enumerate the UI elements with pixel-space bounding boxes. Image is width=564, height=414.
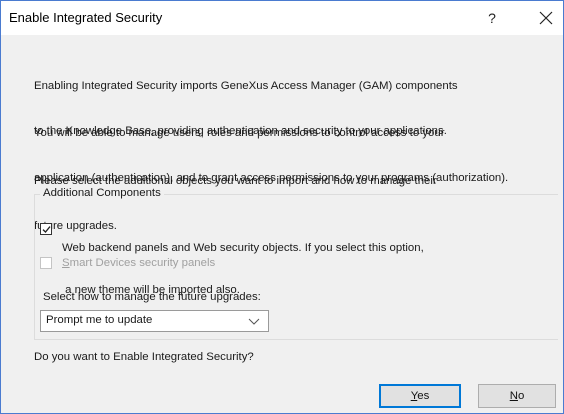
question-text: Do you want to Enable Integrated Securit… bbox=[34, 351, 254, 363]
no-label: o bbox=[517, 390, 525, 402]
title-bar: Enable Integrated Security ? bbox=[1, 1, 563, 35]
smart-devices-label[interactable]: Smart Devices security panels bbox=[62, 256, 215, 270]
close-button[interactable] bbox=[529, 1, 563, 35]
enable-integrated-security-dialog: Enable Integrated Security ? Enabling In… bbox=[0, 0, 564, 414]
chevron-down-icon bbox=[248, 318, 260, 325]
dialog-title: Enable Integrated Security bbox=[9, 10, 163, 25]
yes-label: es bbox=[417, 390, 430, 402]
upgrades-select-value: Prompt me to update bbox=[46, 314, 153, 326]
web-panels-checkbox[interactable] bbox=[40, 223, 52, 235]
upgrades-label: Select how to manage the future upgrades… bbox=[43, 291, 261, 303]
smart-devices-mnemonic: S bbox=[62, 257, 70, 269]
help-button[interactable]: ? bbox=[475, 1, 509, 35]
upgrades-select[interactable]: Prompt me to update bbox=[40, 310, 269, 332]
checkmark-icon bbox=[42, 226, 51, 233]
intro-line-1: Enabling Integrated Security imports Gen… bbox=[34, 80, 458, 92]
no-button[interactable]: No bbox=[478, 384, 556, 408]
manage-line-1: You will be able to manage users, roles … bbox=[34, 127, 445, 139]
additional-components-label: Additional Components bbox=[40, 187, 164, 199]
yes-button[interactable]: Yes bbox=[379, 384, 461, 408]
web-panels-line-1: Web backend panels and Web security obje… bbox=[62, 242, 424, 254]
close-icon bbox=[539, 11, 553, 25]
smart-devices-checkbox[interactable] bbox=[40, 257, 52, 269]
smart-devices-text: mart Devices security panels bbox=[69, 257, 216, 269]
no-mnemonic: N bbox=[509, 390, 518, 402]
